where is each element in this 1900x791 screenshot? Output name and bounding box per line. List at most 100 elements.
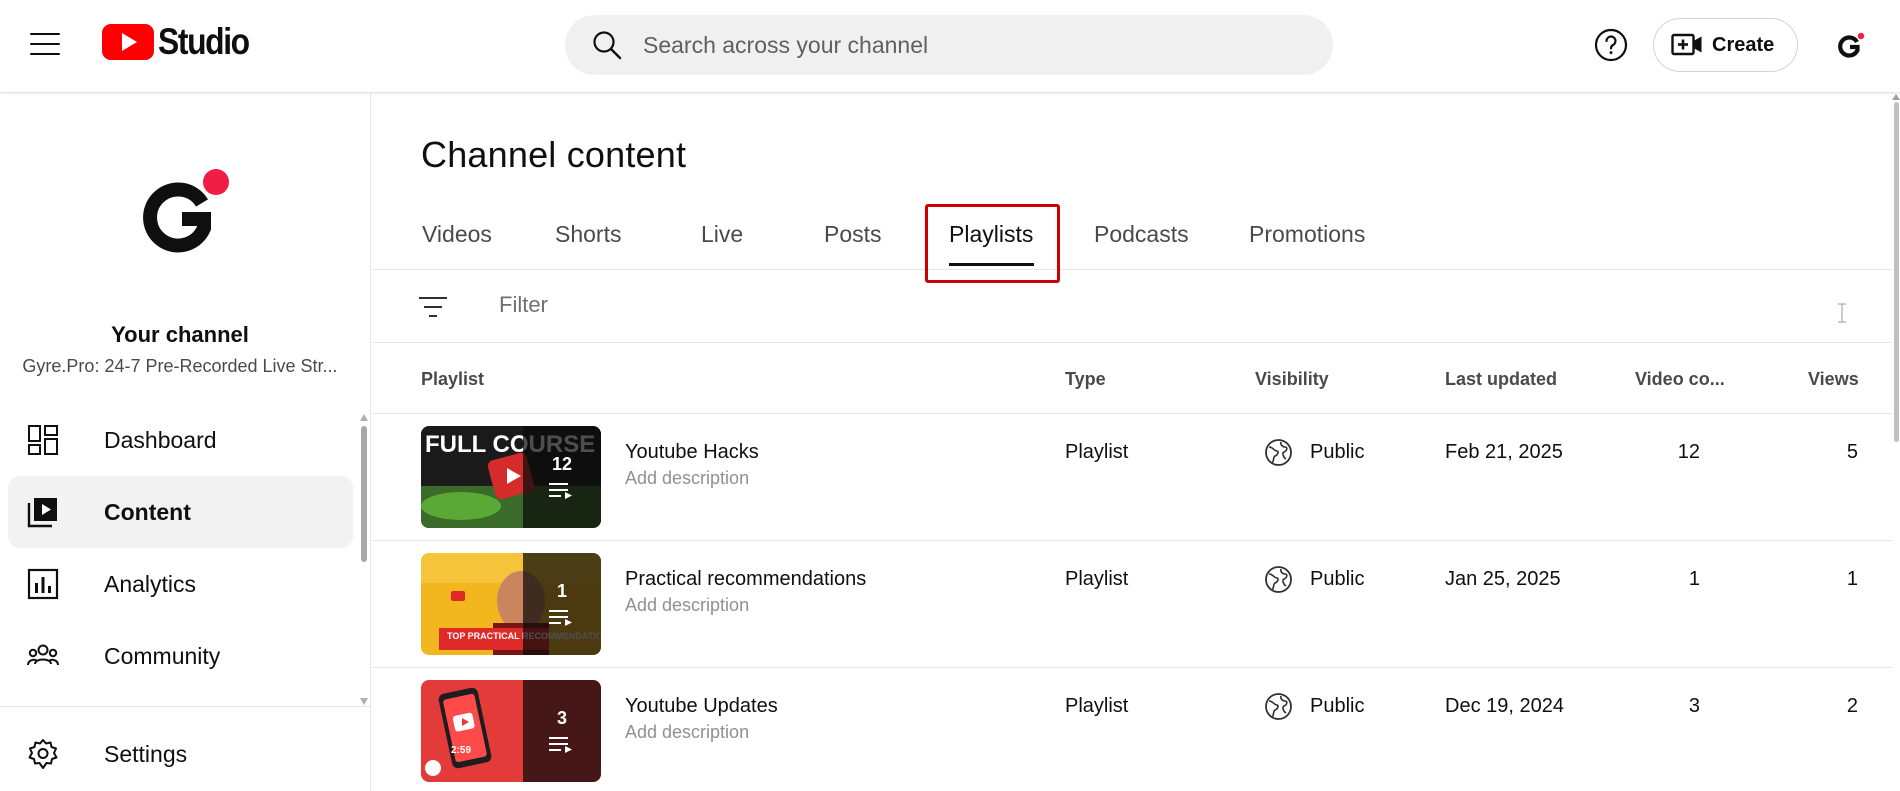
main-content: Channel content Videos Shorts Live Posts…	[372, 94, 1900, 791]
visibility-status: Public	[1310, 441, 1365, 463]
page-title: Channel content	[421, 134, 687, 175]
playlist-thumbnail[interactable]: TOP PRACTICAL RECOMMENDATIONS 1	[421, 553, 601, 655]
visibility-status: Public	[1310, 695, 1365, 717]
content-tabs: Videos Shorts Live Posts Playlists Podca…	[372, 204, 1892, 270]
create-button[interactable]: Create	[1653, 18, 1798, 72]
video-count-value: 3	[1688, 695, 1700, 717]
search-bar[interactable]	[565, 15, 1333, 75]
video-count-value: 12	[1677, 441, 1700, 463]
create-video-icon	[1671, 33, 1702, 56]
menu-icon[interactable]	[30, 33, 60, 55]
views-value: 1	[1846, 568, 1858, 590]
table-header: Playlist Type Visibility Last updated Vi…	[372, 344, 1892, 414]
tab-playlists[interactable]: Playlists	[949, 204, 1033, 270]
views-value: 2	[1846, 695, 1858, 717]
playlist-title[interactable]: Youtube Updates	[625, 695, 778, 718]
search-icon[interactable]	[591, 29, 623, 61]
tab-live[interactable]: Live	[701, 204, 743, 270]
main-scrollbar[interactable]	[1892, 94, 1900, 791]
studio-logo[interactable]: Studio	[102, 21, 263, 63]
sidebar-item-label: Analytics	[104, 570, 197, 597]
scrollbar-thumb[interactable]	[1894, 102, 1899, 442]
sidebar-item-label: Content	[104, 498, 191, 525]
column-playlist[interactable]: Playlist	[421, 369, 484, 390]
text-cursor-icon	[1838, 303, 1846, 323]
create-label: Create	[1712, 33, 1775, 56]
filter-bar	[372, 270, 1892, 343]
sidebar-item-label: Settings	[104, 740, 188, 767]
svg-text:2:59: 2:59	[451, 745, 471, 756]
community-icon	[27, 644, 59, 666]
globe-icon	[1265, 566, 1292, 593]
tab-videos[interactable]: Videos	[422, 204, 492, 270]
column-visibility[interactable]: Visibility	[1255, 369, 1329, 390]
playlist-icon	[549, 737, 572, 753]
playlist-thumbnail[interactable]: FULL COURSE 12	[421, 426, 601, 528]
playlist-type: Playlist	[1065, 568, 1129, 590]
sidebar-item-analytics[interactable]: Analytics	[8, 548, 353, 620]
table-row[interactable]: TOP PRACTICAL RECOMMENDATIONS 1 Practica…	[372, 541, 1892, 668]
tab-promotions[interactable]: Promotions	[1249, 204, 1365, 270]
column-type[interactable]: Type	[1065, 369, 1106, 390]
thumbnail-video-count: 1	[556, 581, 567, 601]
sidebar-item-label: Community	[104, 642, 221, 669]
app-name: Studio	[158, 21, 250, 62]
sidebar-item-settings[interactable]: Settings	[8, 718, 353, 790]
sidebar-item-content[interactable]: Content	[8, 476, 353, 548]
playlist-description[interactable]: Add description	[625, 722, 749, 743]
sidebar-item-dashboard[interactable]: Dashboard	[8, 404, 353, 476]
playlist-type: Playlist	[1065, 695, 1129, 717]
globe-icon	[1265, 439, 1292, 466]
column-views[interactable]: Views	[1808, 369, 1859, 390]
tab-podcasts[interactable]: Podcasts	[1094, 204, 1189, 270]
playlist-thumbnail[interactable]: 2:59 3	[421, 680, 601, 782]
column-video-count[interactable]: Video co...	[1635, 369, 1725, 390]
last-updated-date: Feb 21, 2025	[1445, 441, 1563, 463]
playlist-count-overlay: 3	[523, 680, 601, 782]
channel-avatar[interactable]	[132, 164, 232, 264]
scroll-up-icon[interactable]	[360, 414, 368, 421]
filter-icon[interactable]	[418, 294, 448, 320]
sidebar-divider	[0, 706, 371, 707]
filter-input[interactable]	[499, 292, 1699, 318]
help-icon[interactable]	[1593, 27, 1629, 63]
sidebar-item-community[interactable]: Community	[8, 620, 353, 692]
playlist-title[interactable]: Youtube Hacks	[625, 441, 759, 464]
channel-name: Gyre.Pro: 24-7 Pre-Recorded Live Str...	[22, 356, 338, 376]
playlist-count-overlay: 12	[523, 426, 601, 528]
top-app-bar: Studio Create	[0, 0, 1900, 93]
views-value: 5	[1846, 441, 1858, 463]
dashboard-icon	[28, 425, 58, 455]
gear-icon	[28, 739, 58, 769]
table-row[interactable]: FULL COURSE 12 Youtube Hacks Add descrip…	[372, 414, 1892, 541]
scroll-up-icon[interactable]	[1892, 94, 1900, 100]
scroll-down-icon[interactable]	[360, 698, 368, 705]
globe-icon	[1265, 693, 1292, 720]
visibility-status: Public	[1310, 568, 1365, 590]
last-updated-date: Jan 25, 2025	[1445, 568, 1561, 590]
playlist-icon	[549, 610, 572, 626]
your-channel-label: Your channel	[111, 322, 249, 347]
sidebar-item-label: Dashboard	[104, 426, 217, 453]
column-last-updated[interactable]: Last updated	[1445, 369, 1557, 390]
youtube-logo-icon	[102, 24, 154, 60]
playlist-description[interactable]: Add description	[625, 468, 749, 489]
playlist-icon	[549, 483, 572, 499]
content-icon	[27, 498, 57, 528]
playlist-title[interactable]: Practical recommendations	[625, 568, 866, 591]
video-count-value: 1	[1688, 568, 1700, 590]
sidebar: Your channel Gyre.Pro: 24-7 Pre-Recorded…	[0, 94, 371, 791]
analytics-icon	[27, 568, 59, 600]
last-updated-date: Dec 19, 2024	[1445, 695, 1564, 717]
search-input[interactable]	[643, 31, 1283, 59]
playlist-description[interactable]: Add description	[625, 595, 749, 616]
thumbnail-video-count: 12	[551, 454, 573, 474]
tab-shorts[interactable]: Shorts	[555, 204, 621, 270]
scrollbar-thumb[interactable]	[361, 426, 367, 562]
tab-posts[interactable]: Posts	[824, 204, 882, 270]
sidebar-scrollbar[interactable]	[360, 414, 368, 705]
account-avatar[interactable]	[1834, 30, 1866, 62]
table-row[interactable]: 2:59 3 Youtube Updates Add description P…	[372, 668, 1892, 791]
playlist-type: Playlist	[1065, 441, 1129, 463]
thumbnail-video-count: 3	[556, 708, 567, 728]
